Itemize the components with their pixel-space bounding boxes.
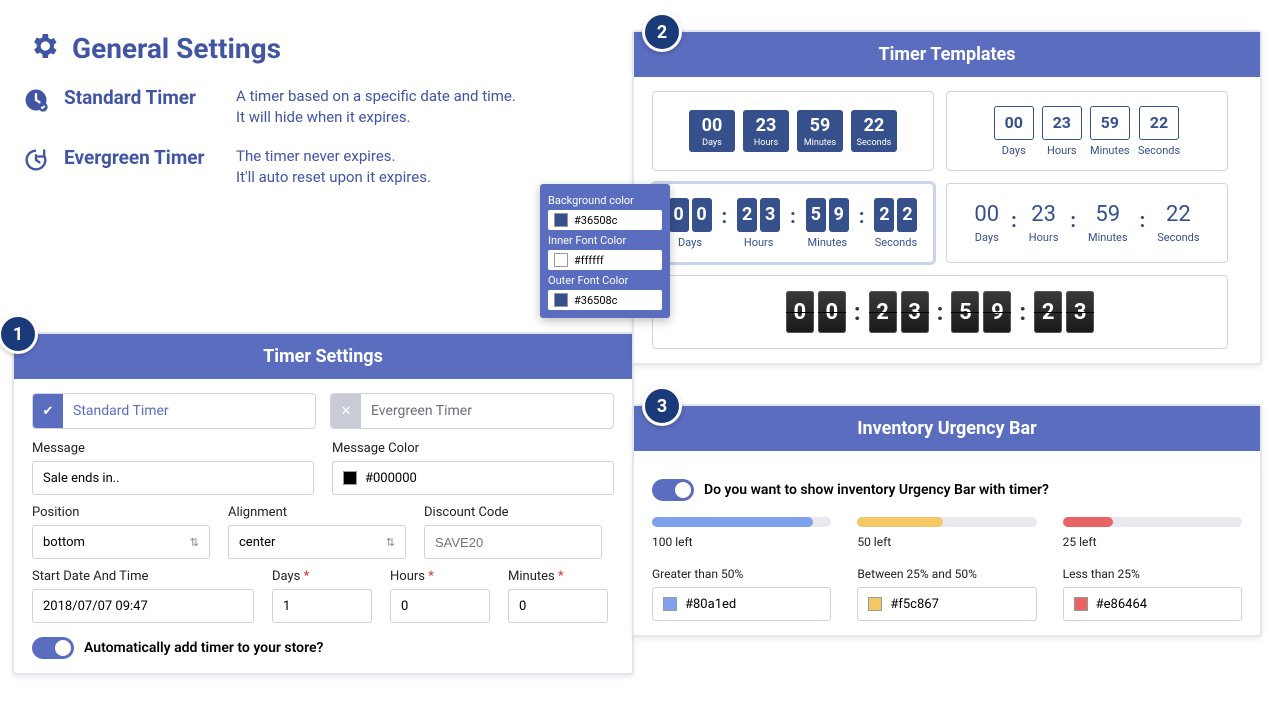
panel-inventory-urgency: 3 Inventory Urgency Bar Do you want to s…	[632, 404, 1262, 637]
template-dark-box[interactable]: 00Days 23Hours 59Minutes 22Seconds	[652, 91, 934, 171]
urgency-rule: Greater than 50%#80a1ed	[652, 567, 831, 621]
urgency-bar: 50 left	[857, 517, 1036, 549]
start-label: Start Date And Time	[32, 569, 254, 584]
urgency-toggle-label: Do you want to show inventory Urgency Ba…	[704, 482, 1049, 498]
urgency-rules: Greater than 50%#80a1ed Between 25% and 5…	[652, 567, 1242, 621]
urgency-toggle-row: Do you want to show inventory Urgency Ba…	[652, 479, 1242, 501]
urgency-rule: Between 25% and 50%#f5c867	[857, 567, 1036, 621]
minutes-input[interactable]: 0	[508, 589, 608, 623]
minutes-label: Minutes *	[508, 569, 608, 584]
days-input[interactable]: 1	[272, 589, 372, 623]
urgency-bars: 100 left 50 left 25 left	[652, 517, 1242, 549]
panel-header: Timer Settings	[14, 334, 632, 379]
auto-add-toggle-row: Automatically add timer to your store?	[32, 637, 614, 659]
discount-input[interactable]	[424, 525, 602, 559]
color-settings-popup: Background color #36508c Inner Font Colo…	[540, 184, 670, 318]
template-split-digits[interactable]: 00Days: 23Hours: 59Minutes: 22Seconds	[652, 183, 934, 263]
panel-timer-templates: 2 Timer Templates 00Days 23Hours 59Minut…	[632, 30, 1262, 365]
panel-header: Inventory Urgency Bar	[634, 406, 1260, 451]
bg-color-label: Background color	[548, 194, 662, 207]
gear-icon	[28, 30, 60, 66]
urgency-bar: 25 left	[1063, 517, 1242, 549]
template-outline-box[interactable]: 00Days 23Hours 59Minutes 22Seconds	[946, 91, 1228, 171]
auto-add-toggle[interactable]	[32, 637, 74, 659]
tab-evergreen-timer[interactable]: ✕ Evergreen Timer	[330, 393, 614, 429]
color-swatch	[343, 471, 357, 485]
hours-input[interactable]: 0	[390, 589, 490, 623]
auto-add-toggle-label: Automatically add timer to your store?	[84, 640, 323, 656]
alignment-select[interactable]: center	[228, 525, 406, 559]
timer-type-desc: A timer based on a specific date and tim…	[236, 86, 516, 128]
check-icon: ✔	[33, 394, 63, 428]
days-label: Days *	[272, 569, 372, 584]
outer-font-input[interactable]: #36508c	[548, 290, 662, 310]
start-datetime-input[interactable]: 2018/07/07 09:47	[32, 589, 254, 623]
urgency-bar: 100 left	[652, 517, 831, 549]
message-input[interactable]: Sale ends in..	[32, 461, 314, 495]
close-icon: ✕	[331, 394, 361, 428]
position-label: Position	[32, 505, 210, 520]
timer-type-name: Evergreen Timer	[64, 146, 224, 169]
urgency-toggle[interactable]	[652, 479, 694, 501]
clock-refresh-icon	[20, 146, 52, 174]
outer-font-label: Outer Font Color	[548, 274, 662, 287]
step-badge-3: 3	[642, 386, 682, 426]
message-color-label: Message Color	[332, 441, 614, 456]
panel-header: Timer Templates	[634, 32, 1260, 77]
clock-check-icon	[20, 86, 52, 114]
step-badge-2: 2	[642, 12, 682, 52]
rule-color-input[interactable]: #f5c867	[857, 587, 1036, 621]
timer-type-desc: The timer never expires. It'll auto rese…	[236, 146, 431, 188]
position-select[interactable]: bottom	[32, 525, 210, 559]
tab-standard-timer[interactable]: ✔ Standard Timer	[32, 393, 316, 429]
bg-color-input[interactable]: #36508c	[548, 210, 662, 230]
template-plain[interactable]: 00Days: 23Hours: 59Minutes: 22Seconds	[946, 183, 1228, 263]
panel-timer-settings: 1 Timer Settings ✔ Standard Timer ✕ Ever…	[12, 332, 634, 675]
template-flip-clock[interactable]: 00: 23: 59: 23	[652, 275, 1228, 349]
discount-label: Discount Code	[424, 505, 602, 520]
inner-font-input[interactable]: #ffffff	[548, 250, 662, 270]
urgency-rule: Less than 25%#e86464	[1063, 567, 1242, 621]
hours-label: Hours *	[390, 569, 490, 584]
page-title: General Settings	[72, 32, 281, 65]
message-color-input[interactable]: #000000	[332, 461, 614, 495]
alignment-label: Alignment	[228, 505, 406, 520]
rule-color-input[interactable]: #80a1ed	[652, 587, 831, 621]
timer-type-name: Standard Timer	[64, 86, 224, 109]
message-label: Message	[32, 441, 314, 456]
rule-color-input[interactable]: #e86464	[1063, 587, 1242, 621]
inner-font-label: Inner Font Color	[548, 234, 662, 247]
